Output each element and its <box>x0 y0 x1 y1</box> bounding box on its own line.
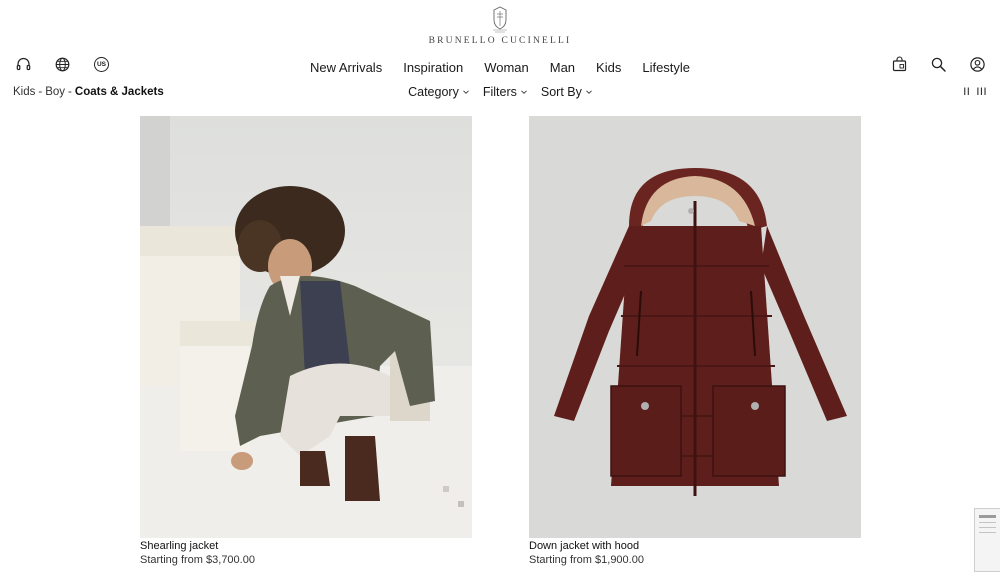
chevron-down-icon <box>463 90 469 94</box>
sort-dropdown[interactable]: Sort By <box>541 85 592 99</box>
crest-icon <box>493 6 507 33</box>
sort-label: Sort By <box>540 85 582 99</box>
grid-three-columns-button[interactable]: III <box>976 86 987 98</box>
shearling-jacket-photo <box>140 116 472 538</box>
chevron-down-icon <box>521 90 527 94</box>
chevron-down-icon <box>586 90 592 94</box>
widget-line <box>979 522 996 523</box>
down-jacket-photo <box>554 168 847 496</box>
nav-item-kids[interactable]: Kids <box>596 60 621 75</box>
widget-line <box>979 527 996 528</box>
category-label: Category <box>408 85 459 99</box>
product-price: Starting from $1,900.00 <box>529 554 644 566</box>
grid-two-columns-button[interactable]: II <box>963 86 970 98</box>
product-card[interactable]: Down jacket with hood Starting from $1,9… <box>529 116 861 566</box>
brand-name: BRUNELLO CUCINELLI <box>428 36 572 46</box>
category-dropdown[interactable]: Category <box>408 85 469 99</box>
product-name[interactable]: Down jacket with hood <box>529 540 861 552</box>
widget-line <box>979 532 996 533</box>
main-nav: New Arrivals Inspiration Woman Man Kids … <box>0 60 1000 75</box>
product-image[interactable] <box>529 116 861 538</box>
nav-item-woman[interactable]: Woman <box>484 60 529 75</box>
filters-dropdown[interactable]: Filters <box>483 85 527 99</box>
nav-item-inspiration[interactable]: Inspiration <box>403 60 463 75</box>
chat-widget[interactable] <box>974 508 1000 572</box>
product-image[interactable] <box>140 116 472 538</box>
filter-bar: Category Filters Sort By <box>0 85 1000 99</box>
nav-item-lifestyle[interactable]: Lifestyle <box>642 60 690 75</box>
widget-header <box>979 515 996 518</box>
brand-logo[interactable]: BRUNELLO CUCINELLI <box>0 6 1000 46</box>
nav-item-man[interactable]: Man <box>550 60 575 75</box>
product-card[interactable]: Shearling jacket Starting from $3,700.00 <box>140 116 472 566</box>
product-name[interactable]: Shearling jacket <box>140 540 472 552</box>
nav-item-new-arrivals[interactable]: New Arrivals <box>310 60 382 75</box>
product-price: Starting from $3,700.00 <box>140 554 255 566</box>
grid-view-toggle: II III <box>957 86 987 98</box>
filters-label: Filters <box>482 85 517 99</box>
